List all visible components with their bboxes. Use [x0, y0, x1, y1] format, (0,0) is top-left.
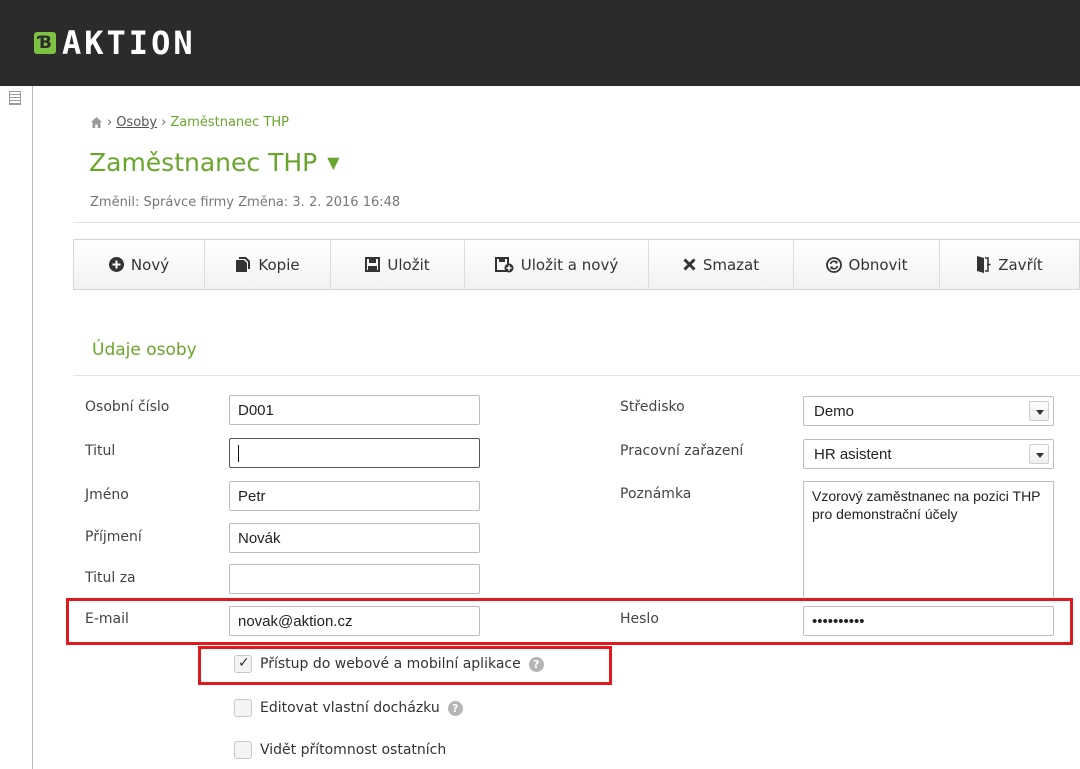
breadcrumb-separator: ›: [107, 115, 113, 130]
copy-button[interactable]: Kopie: [205, 240, 331, 289]
breadcrumb-link-osoby[interactable]: Osoby: [116, 115, 157, 130]
note-textarea[interactable]: Vzorový zaměstnanec na pozici THP pro de…: [803, 481, 1054, 597]
save-button-label: Uložit: [387, 255, 430, 274]
close-x-icon: [683, 258, 696, 271]
logo-mark-icon: Ɓ: [34, 32, 56, 54]
chevron-down-icon[interactable]: ▼: [327, 153, 339, 172]
note-label: Poznámka: [620, 486, 692, 502]
personal-number-label: Osobní číslo: [85, 399, 170, 415]
section-title: Údaje osoby: [92, 340, 197, 360]
last-name-input[interactable]: Novák: [229, 523, 480, 553]
toolbar: Nový Kopie Uložit Uložit a nový Smazat O…: [73, 239, 1080, 290]
breadcrumb-current: Zaměstnanec THP: [170, 115, 289, 130]
plus-circle-icon: [108, 257, 124, 272]
see-presence-checkbox-row[interactable]: Vidět přítomnost ostatních: [234, 741, 446, 759]
exit-door-icon: [977, 256, 991, 273]
home-icon[interactable]: [90, 116, 103, 129]
refresh-button-label: Obnovit: [848, 255, 908, 274]
sidebar-toggle-icon[interactable]: [9, 91, 21, 105]
chevron-down-icon[interactable]: [1029, 401, 1049, 421]
delete-button-label: Smazat: [702, 255, 760, 274]
last-name-label: Příjmení: [85, 529, 142, 545]
center-label: Středisko: [620, 399, 685, 415]
change-info: Změnil: Správce firmy Změna: 3. 2. 2016 …: [90, 195, 401, 210]
center-select[interactable]: Demo: [803, 396, 1054, 426]
copy-icon: [236, 257, 251, 272]
title-label: Titul: [85, 443, 116, 459]
center-select-value: Demo: [814, 403, 855, 420]
breadcrumb: › Osoby › Zaměstnanec THP: [90, 115, 289, 130]
see-presence-checkbox[interactable]: [234, 741, 252, 759]
first-name-label: Jméno: [85, 487, 129, 503]
position-select-value: HR asistent: [814, 446, 892, 463]
logo-text: AKTION: [62, 24, 196, 62]
delete-button[interactable]: Smazat: [649, 240, 794, 289]
help-icon[interactable]: ?: [447, 700, 463, 716]
save-new-icon: [494, 256, 514, 272]
title-input[interactable]: [229, 438, 480, 468]
help-icon[interactable]: ?: [528, 656, 544, 672]
divider: [73, 222, 1080, 223]
personal-number-input[interactable]: D001: [229, 395, 480, 425]
copy-button-label: Kopie: [258, 255, 300, 274]
title-after-label: Titul za: [85, 570, 136, 586]
web-access-label: Přístup do webové a mobilní aplikace: [260, 656, 521, 672]
web-access-checkbox[interactable]: [234, 655, 252, 673]
section-divider: [73, 375, 1080, 376]
chevron-down-icon[interactable]: [1029, 444, 1049, 464]
text-cursor: [238, 445, 239, 462]
highlight-box-email-row: [66, 598, 1073, 645]
new-button-label: Nový: [130, 255, 170, 274]
left-rail: [0, 86, 33, 769]
save-and-new-button[interactable]: Uložit a nový: [465, 240, 649, 289]
see-presence-label: Vidět přítomnost ostatních: [260, 742, 447, 758]
edit-attendance-checkbox[interactable]: [234, 699, 252, 717]
edit-attendance-label: Editovat vlastní docházku: [260, 700, 440, 716]
refresh-icon: [825, 256, 842, 273]
page-title[interactable]: Zaměstnanec THP ▼: [89, 148, 340, 177]
web-access-checkbox-row[interactable]: Přístup do webové a mobilní aplikace ?: [234, 655, 544, 673]
title-after-input[interactable]: [229, 564, 480, 594]
position-select[interactable]: HR asistent: [803, 439, 1054, 469]
close-button[interactable]: Zavřít: [940, 240, 1079, 289]
edit-attendance-checkbox-row[interactable]: Editovat vlastní docházku ?: [234, 699, 463, 717]
new-button[interactable]: Nový: [74, 240, 205, 289]
save-icon: [365, 257, 381, 272]
first-name-input[interactable]: Petr: [229, 481, 480, 511]
refresh-button[interactable]: Obnovit: [794, 240, 940, 289]
save-and-new-label: Uložit a nový: [520, 255, 619, 274]
close-button-label: Zavřít: [998, 255, 1043, 274]
page-title-text: Zaměstnanec THP: [89, 148, 318, 177]
position-label: Pracovní zařazení: [620, 443, 744, 459]
logo[interactable]: Ɓ AKTION: [34, 26, 196, 60]
header-bar: Ɓ AKTION: [0, 0, 1080, 86]
save-button[interactable]: Uložit: [331, 240, 465, 289]
breadcrumb-separator: ›: [161, 115, 167, 130]
